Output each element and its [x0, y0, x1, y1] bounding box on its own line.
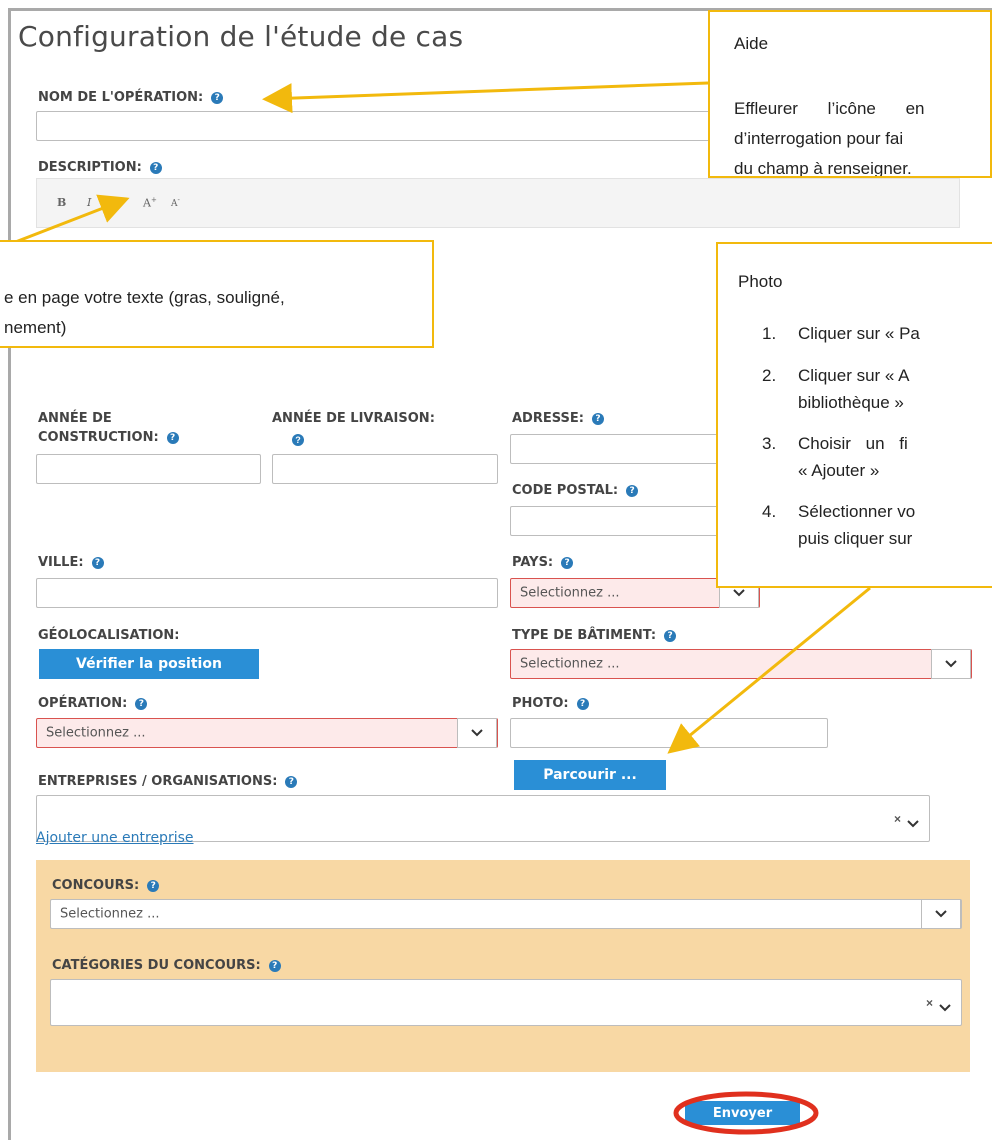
callout-photo-title: Photo — [738, 272, 783, 291]
callout-format-text: nement) — [4, 318, 67, 337]
callout-photo-step-4-cont: puis cliquer sur — [798, 529, 913, 548]
callout-photo: Photo 1. Cliquer sur « Pa 2. Cliquer sur «… — [716, 242, 992, 588]
callout-aide-text: du champ à renseigner. — [734, 159, 912, 178]
callout-format-text: e en page votre texte (gras, souligné, — [4, 288, 285, 307]
callout-format: e en page votre texte (gras, souligné, n… — [0, 240, 434, 348]
callout-photo-step-3-cont: « Ajouter » — [798, 461, 880, 480]
callout-photo-step-3: 3. Choisir un fi — [762, 434, 908, 453]
callout-photo-step-1: 1. Cliquer sur « Pa — [762, 324, 920, 343]
callout-photo-step-2: 2. Cliquer sur « A — [762, 366, 910, 385]
callout-aide-text: d’interrogation pour fai — [734, 129, 904, 148]
callout-photo-step-2-cont: bibliothèque » — [798, 393, 904, 412]
callout-aide-text: Effleurer l’icône en — [734, 99, 925, 118]
callout-photo-step-4: 4. Sélectionner vo — [762, 502, 916, 521]
callout-aide: Aide Effleurer l’icône en d’interrogatio… — [708, 10, 992, 178]
callout-aide-title: Aide — [734, 34, 769, 53]
